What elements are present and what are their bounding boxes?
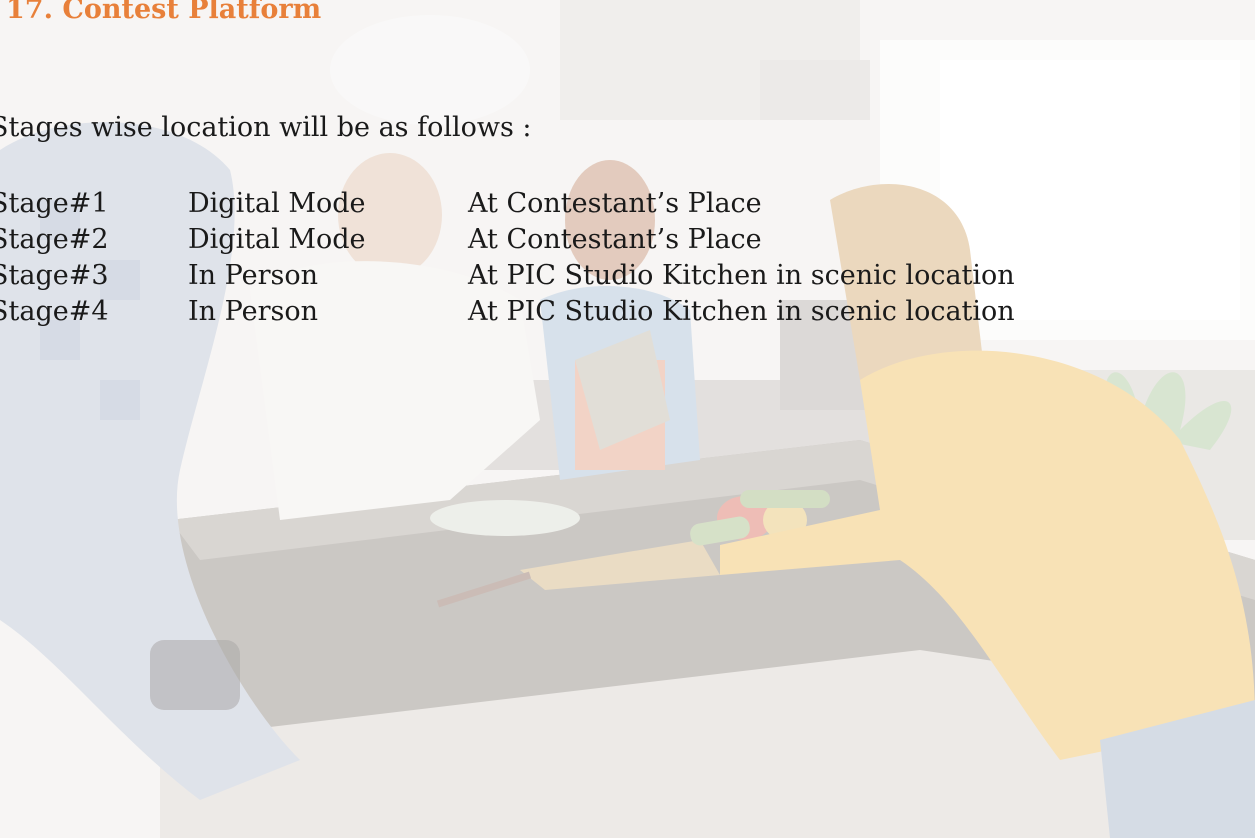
stage-row: Stage#1 Digital Mode At Contestant’s Pla… [0,186,1108,222]
stage-location: At PIC Studio Kitchen in scenic location [468,260,1015,291]
stage-row: Stage#3 In Person At PIC Studio Kitchen … [0,258,1108,294]
stage-location: At Contestant’s Place [468,224,762,255]
stage-mode: Digital Mode [188,188,366,219]
stage-label: Stage#3 [0,260,109,291]
stage-mode: Digital Mode [188,224,366,255]
stage-label: Stage#4 [0,296,109,327]
stage-row: Stage#4 In Person At PIC Studio Kitchen … [0,294,1108,330]
stage-label: Stage#2 [0,224,109,255]
stage-location: At Contestant’s Place [468,188,762,219]
intro-text: Stages wise location will be as follows … [0,112,532,143]
stage-mode: In Person [188,260,318,291]
slide-title: 17. Contest Platform [6,0,322,25]
stage-row: Stage#2 Digital Mode At Contestant’s Pla… [0,222,1108,258]
stage-label: Stage#1 [0,188,109,219]
stage-table: Stage#1 Digital Mode At Contestant’s Pla… [0,186,1108,330]
stage-location: At PIC Studio Kitchen in scenic location [468,296,1015,327]
stage-mode: In Person [188,296,318,327]
